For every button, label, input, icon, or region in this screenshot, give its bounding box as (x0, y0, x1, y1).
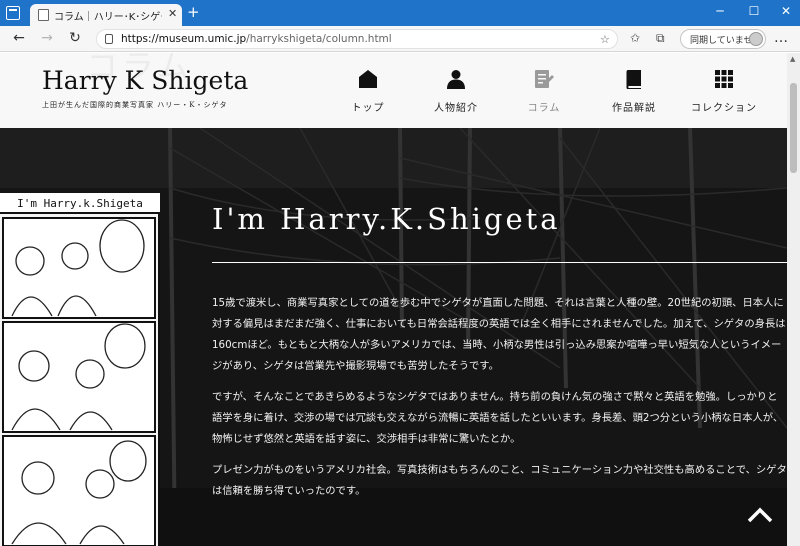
lock-icon (105, 34, 113, 44)
more-menu-button[interactable]: … (774, 30, 788, 46)
close-window-button[interactable]: ✕ (776, 4, 796, 18)
column-paragraph: プレゼン力がものをいうアメリカ社会。写真技術はもちろんのこと、コミュニケーション… (212, 464, 787, 497)
page-scrollbar[interactable]: ▲ (787, 53, 800, 546)
column-paragraph: 15歳で渡米し、商業写真家としての道を歩む中でシゲタが直面した問題、それは言葉と… (212, 297, 786, 372)
nav-item-collection[interactable]: コレクション (679, 67, 769, 117)
site-header: コラム Harry K Shigeta 上田が生んだ国際的商業写真家 ハリー・K… (0, 53, 787, 128)
heading-divider (212, 262, 787, 263)
nav-item-works[interactable]: 作品解説 (589, 67, 679, 117)
tab-title: コラム｜ハリー･K･シゲタ Harry K Shigeta (54, 12, 162, 23)
nav-label: コレクション (691, 103, 757, 114)
manga-illustration: I'm Harry.k.Shigeta (0, 193, 160, 546)
collections-icon[interactable]: ⧉ (656, 31, 665, 46)
scrollbar-thumb[interactable] (790, 83, 797, 173)
tab-close-button[interactable]: ✕ (168, 7, 177, 20)
column-main: I'm Harry.k.Shigeta I'm Harry.K.Shigeta … (0, 128, 787, 546)
book-icon (626, 70, 641, 89)
avatar (749, 32, 763, 46)
column-body: 15歳で渡米し、商業写真家としての道を歩む中でシゲタが直面した問題、それは言葉と… (212, 293, 787, 512)
minimize-button[interactable]: ─ (710, 4, 730, 18)
column-heading: I'm Harry.K.Shigeta (212, 202, 561, 236)
add-favorite-icon[interactable]: ☆ (600, 33, 610, 46)
nav-item-profile[interactable]: 人物紹介 (411, 67, 501, 117)
manga-title: I'm Harry.k.Shigeta (0, 193, 160, 214)
page-favicon-icon (38, 9, 49, 21)
nav-item-top[interactable]: トップ (323, 67, 413, 117)
site-tagline: 上田が生んだ国際的商業写真家 ハリー・K・シゲタ (42, 101, 228, 109)
window-menu-icon[interactable] (6, 6, 20, 20)
address-input[interactable]: https://museum.umic.jp/harrykshigeta/col… (96, 29, 618, 49)
forward-button[interactable]: → (38, 30, 56, 46)
edit-note-icon (535, 70, 554, 88)
scroll-to-top-chevron-up-icon[interactable] (746, 506, 774, 524)
column-paragraph: ですが、そんなことであきらめるようなシゲタではありません。持ち前の負けん気の強さ… (212, 391, 784, 445)
back-button[interactable]: ← (10, 30, 28, 46)
url-text: https://museum.umic.jp/harrykshigeta/col… (121, 33, 392, 45)
nav-label: コラム (527, 103, 561, 114)
manga-panels (2, 217, 156, 546)
browser-titlebar: コラム｜ハリー･K･シゲタ Harry K Shigeta ✕ + ─ ☐ ✕ (0, 0, 800, 26)
nav-label: トップ (351, 103, 385, 114)
person-icon (447, 70, 465, 89)
home-icon (359, 70, 377, 88)
nav-label: 作品解説 (612, 103, 656, 114)
site-logo[interactable]: Harry K Shigeta (42, 66, 248, 95)
grid-icon (715, 70, 733, 88)
scroll-up-arrow-icon[interactable]: ▲ (790, 55, 795, 63)
browser-tab[interactable]: コラム｜ハリー･K･シゲタ Harry K Shigeta ✕ (30, 4, 182, 26)
new-tab-button[interactable]: + (187, 3, 200, 21)
maximize-button[interactable]: ☐ (744, 4, 764, 18)
nav-label: 人物紹介 (434, 103, 478, 114)
favorites-icon[interactable]: ✩ (630, 31, 640, 45)
profile-sync-button[interactable]: 同期していません (680, 29, 766, 49)
reload-button[interactable]: ↻ (66, 30, 84, 46)
nav-item-column[interactable]: コラム (499, 67, 589, 117)
